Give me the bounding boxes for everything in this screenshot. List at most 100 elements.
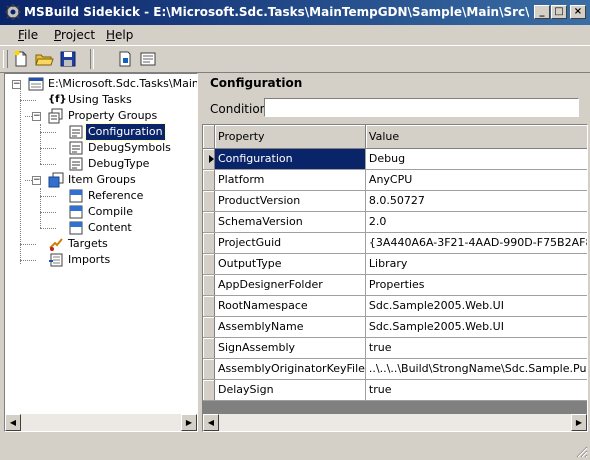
open-button[interactable] (34, 49, 54, 69)
row-header[interactable] (203, 211, 215, 233)
row-header[interactable] (203, 148, 215, 170)
collapse-toggle[interactable]: − (12, 80, 21, 89)
tree-item-root[interactable]: − E:\Microsoft.Sdc.Tasks\MainT (5, 76, 198, 92)
tree-label-reference: Reference (88, 189, 144, 202)
property-value-cell[interactable]: Debug (365, 148, 587, 170)
tree-item-compile[interactable]: Compile (5, 204, 195, 220)
project-tree[interactable]: − E:\Microsoft.Sdc.Tasks\MainT {f} Using… (4, 73, 198, 432)
table-row[interactable]: Platform AnyCPU (203, 169, 587, 191)
row-header[interactable] (203, 316, 215, 338)
property-value-cell[interactable]: Sdc.Sample2005.Web.UI (365, 316, 587, 338)
table-row[interactable]: AssemblyName Sdc.Sample2005.Web.UI (203, 316, 587, 338)
table-row[interactable]: AssemblyOriginatorKeyFile ..\..\..\Build\… (203, 358, 587, 380)
row-header[interactable] (203, 232, 215, 254)
property-name-cell[interactable]: DelaySign (214, 379, 366, 401)
tree-item-item-groups[interactable]: − Item Groups (5, 172, 195, 188)
condition-input[interactable] (264, 98, 579, 117)
property-value-cell[interactable]: Sdc.Sample2005.Web.UI (365, 295, 587, 317)
properties-button[interactable] (138, 49, 158, 69)
property-value-cell[interactable]: Library (365, 253, 587, 275)
row-header[interactable] (203, 253, 215, 275)
row-header[interactable] (203, 295, 215, 317)
new-button[interactable] (11, 49, 31, 69)
property-name-cell[interactable]: ProductVersion (214, 190, 366, 212)
row-header[interactable] (203, 190, 215, 212)
tree-label-using-tasks: Using Tasks (68, 93, 132, 106)
tree-item-targets[interactable]: Targets (5, 236, 195, 252)
row-header[interactable] (203, 169, 215, 191)
row-header[interactable] (203, 274, 215, 296)
collapse-toggle[interactable]: − (32, 176, 41, 185)
property-name-cell[interactable]: AssemblyOriginatorKeyFile (214, 358, 366, 380)
row-header[interactable] (203, 379, 215, 401)
grid-horizontal-scrollbar[interactable]: ◀ ▶ (203, 414, 587, 431)
add-icon (119, 51, 131, 67)
tree-label-targets: Targets (68, 237, 108, 250)
add-button[interactable] (115, 49, 135, 69)
property-value-cell[interactable]: Properties (365, 274, 587, 296)
menu-project[interactable]: Project (54, 28, 95, 42)
table-row[interactable]: Configuration Debug (203, 148, 587, 170)
grid-scroll-left-button[interactable]: ◀ (203, 414, 219, 431)
item-group-icon (69, 205, 83, 219)
tree-item-debug-symbols[interactable]: DebugSymbols (5, 140, 195, 156)
tree-label-root: E:\Microsoft.Sdc.Tasks\MainT (48, 77, 198, 90)
property-name-cell[interactable]: OutputType (214, 253, 366, 275)
maximize-button[interactable]: □ (551, 5, 567, 19)
menu-file-label: ile (24, 28, 39, 42)
scroll-left-button[interactable]: ◀ (5, 414, 21, 431)
table-row[interactable]: ProductVersion 8.0.50727 (203, 190, 587, 212)
property-name-cell[interactable]: AssemblyName (214, 316, 366, 338)
menu-file[interactable]: File (18, 28, 38, 42)
property-name-cell[interactable]: RootNamespace (214, 295, 366, 317)
row-header[interactable] (203, 337, 215, 359)
collapse-toggle[interactable]: − (32, 112, 41, 121)
tree-horizontal-scrollbar[interactable]: ◀ ▶ (5, 414, 197, 431)
tree-item-using-tasks[interactable]: {f} Using Tasks (5, 92, 195, 108)
tree-item-property-groups[interactable]: − Property Groups (5, 108, 195, 124)
property-grid[interactable]: Property Value Configuration Debug Platfor… (202, 124, 588, 432)
menu-help-label: elp (115, 28, 134, 42)
property-name-cell[interactable]: Configuration (214, 148, 366, 170)
tree-item-content[interactable]: Content (5, 220, 195, 236)
property-value-cell[interactable]: true (365, 337, 587, 359)
table-row[interactable]: DelaySign true (203, 379, 587, 401)
title-bar[interactable]: MSBuild Sidekick - E:\Microsoft.Sdc.Task… (0, 0, 590, 25)
grid-scroll-right-button[interactable]: ▶ (571, 414, 587, 431)
tree-item-debug-type[interactable]: DebugType (5, 156, 195, 172)
table-row[interactable]: ProjectGuid {3A440A6A-3F21-4AAD-990D-F75B… (203, 232, 587, 254)
property-name-cell[interactable]: SchemaVersion (214, 211, 366, 233)
resize-grip-icon[interactable] (576, 446, 588, 458)
table-row[interactable]: AppDesignerFolder Properties (203, 274, 587, 296)
tree-item-imports[interactable]: Imports (5, 252, 195, 268)
table-row[interactable]: OutputType Library (203, 253, 587, 275)
table-row[interactable]: RootNamespace Sdc.Sample2005.Web.UI (203, 295, 587, 317)
menu-help[interactable]: Help (106, 28, 133, 42)
column-header-value[interactable]: Value (365, 125, 587, 149)
scroll-right-button[interactable]: ▶ (181, 414, 197, 431)
row-header[interactable] (203, 358, 215, 380)
tree-label-item-groups: Item Groups (68, 173, 136, 186)
property-name-cell[interactable]: SignAssembly (214, 337, 366, 359)
property-value-cell[interactable]: true (365, 379, 587, 401)
property-name-cell[interactable]: ProjectGuid (214, 232, 366, 254)
toolbar-grip[interactable] (3, 50, 8, 68)
property-name-cell[interactable]: AppDesignerFolder (214, 274, 366, 296)
property-value-cell[interactable]: AnyCPU (365, 169, 587, 191)
table-row[interactable]: SchemaVersion 2.0 (203, 211, 587, 233)
tree-item-reference[interactable]: Reference (5, 188, 195, 204)
property-value-cell[interactable]: 8.0.50727 (365, 190, 587, 212)
save-button[interactable] (58, 49, 78, 69)
tree-label-debug-symbols: DebugSymbols (88, 141, 171, 154)
column-header-property[interactable]: Property (214, 125, 366, 149)
minimize-button[interactable]: _ (534, 5, 550, 19)
tree-item-configuration[interactable]: Configuration (5, 123, 195, 141)
close-button[interactable]: × (570, 5, 586, 19)
property-value-cell[interactable]: {3A440A6A-3F21-4AAD-990D-F75B2AF80A (365, 232, 587, 254)
property-name-cell[interactable]: Platform (214, 169, 366, 191)
property-value-cell[interactable]: ..\..\..\Build\StrongName\Sdc.Sample.Pub… (365, 358, 587, 380)
grid-header-row: Property Value (203, 125, 587, 149)
property-value-cell[interactable]: 2.0 (365, 211, 587, 233)
condition-label: Condition (210, 102, 268, 116)
table-row[interactable]: SignAssembly true (203, 337, 587, 359)
